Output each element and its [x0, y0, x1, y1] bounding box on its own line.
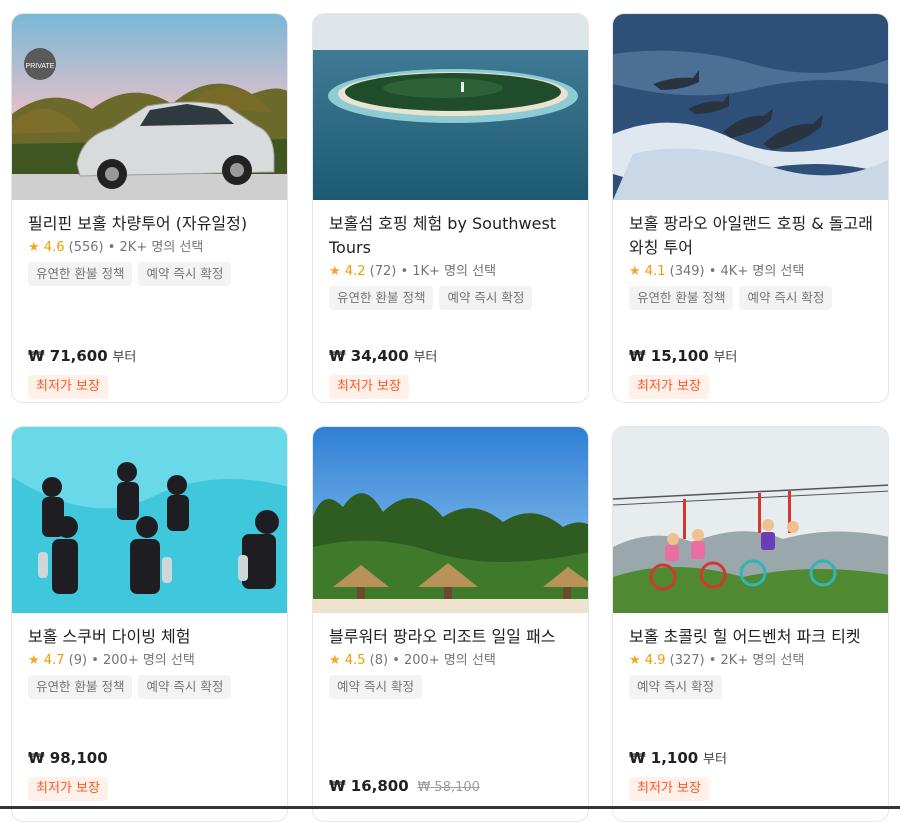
price-amount: ₩ 98,100 — [28, 749, 108, 767]
card-title[interactable]: 보홀 초콜릿 힐 어드벤처 파크 티켓 — [629, 625, 876, 649]
rating-score: 4.9 — [644, 653, 666, 668]
instant-confirm-tag: 예약 즉시 확정 — [329, 675, 422, 699]
rating-row: ★ 4.9 (327) • 2K+ 명의 선택 — [629, 651, 876, 671]
refund-policy-tag: 유연한 환불 정책 — [629, 286, 734, 310]
star-icon: ★ — [329, 653, 341, 668]
card-image — [313, 427, 588, 613]
review-count: (9) — [68, 653, 88, 668]
price-amount: ₩ 16,800 — [329, 777, 409, 795]
product-card-island-hopping[interactable]: 보홀섬 호핑 체험 by Southwest Tours ★ 4.2 (72) … — [312, 13, 589, 403]
instant-confirm-tag: 예약 즉시 확정 — [138, 675, 232, 699]
lowest-price-badge: 최저가 보장 — [28, 375, 108, 399]
review-count: (72) — [369, 264, 397, 279]
booked-count: • 1K+ 명의 선택 — [400, 264, 497, 279]
product-card-chocolate-hills[interactable]: 보홀 초콜릿 힐 어드벤처 파크 티켓 ★ 4.9 (327) • 2K+ 명의… — [612, 426, 889, 822]
star-icon: ★ — [28, 240, 40, 255]
price-suffix: 부터 — [413, 350, 438, 365]
price: ₩ 34,400 부터 — [329, 345, 437, 369]
private-badge-text: PRIVATE — [26, 63, 55, 70]
star-icon: ★ — [28, 653, 40, 668]
rating-row: ★ 4.7 (9) • 200+ 명의 선택 — [28, 651, 275, 671]
price: ₩ 98,100 — [28, 747, 108, 769]
review-count: (8) — [369, 653, 389, 668]
rating-score: 4.6 — [43, 240, 65, 255]
review-count: (556) — [68, 240, 104, 255]
lowest-price-badge: 최저가 보장 — [629, 375, 709, 399]
instant-confirm-tag: 예약 즉시 확정 — [138, 262, 232, 286]
price-amount: ₩ 34,400 — [329, 347, 409, 365]
review-count: (327) — [669, 653, 705, 668]
price: ₩ 71,600 부터 — [28, 345, 136, 369]
price: ₩ 15,100 부터 — [629, 345, 737, 369]
booked-count: • 4K+ 명의 선택 — [708, 264, 805, 279]
product-card-scuba-diving[interactable]: 보홀 스쿠버 다이빙 체험 ★ 4.7 (9) • 200+ 명의 선택 유연한… — [11, 426, 288, 822]
star-icon: ★ — [629, 264, 641, 279]
card-title[interactable]: 블루워터 팡라오 리조트 일일 패스 — [329, 625, 576, 649]
price-amount: ₩ 15,100 — [629, 347, 709, 365]
rating-row: ★ 4.5 (8) • 200+ 명의 선택 — [329, 651, 576, 671]
rating-score: 4.7 — [43, 653, 65, 668]
price-suffix: 부터 — [703, 752, 727, 767]
star-icon: ★ — [329, 264, 341, 279]
card-title[interactable]: 보홀섬 호핑 체험 by Southwest Tours — [329, 212, 576, 260]
rating-row: ★ 4.1 (349) • 4K+ 명의 선택 — [629, 262, 876, 282]
booked-count: • 200+ 명의 선택 — [392, 653, 496, 668]
review-count: (349) — [669, 264, 705, 279]
card-image: PRIVATE — [12, 14, 287, 200]
instant-confirm-tag: 예약 즉시 확정 — [739, 286, 833, 310]
refund-policy-tag: 유연한 환불 정책 — [329, 286, 434, 310]
price: ₩ 16,800 ₩ 58,100 — [329, 775, 480, 799]
booked-count: • 2K+ 명의 선택 — [708, 653, 805, 668]
card-image — [613, 14, 888, 200]
product-card-resort-day-pass[interactable]: 블루워터 팡라오 리조트 일일 패스 ★ 4.5 (8) • 200+ 명의 선… — [312, 426, 589, 822]
star-icon: ★ — [629, 653, 641, 668]
rating-row: ★ 4.6 (556) • 2K+ 명의 선택 — [28, 238, 275, 258]
price-suffix: 부터 — [713, 350, 738, 365]
rating-score: 4.2 — [344, 264, 366, 279]
booked-count: • 2K+ 명의 선택 — [107, 240, 204, 255]
price: ₩ 1,100 부터 — [629, 747, 727, 771]
lowest-price-badge: 최저가 보장 — [329, 375, 409, 399]
card-title[interactable]: 보홀 스쿠버 다이빙 체험 — [28, 625, 275, 649]
rating-score: 4.5 — [344, 653, 366, 668]
lowest-price-badge: 최저가 보장 — [629, 777, 709, 801]
rating-score: 4.1 — [644, 264, 666, 279]
refund-policy-tag: 유연한 환불 정책 — [28, 262, 133, 286]
card-title[interactable]: 필리핀 보홀 차량투어 (자유일정) — [28, 212, 275, 236]
card-image — [12, 427, 287, 613]
card-title[interactable]: 보홀 팡라오 아일랜드 호핑 & 돌고래 와칭 투어 — [629, 212, 876, 260]
card-image — [313, 14, 588, 200]
refund-policy-tag: 유연한 환불 정책 — [28, 675, 133, 699]
price-amount: ₩ 1,100 — [629, 749, 699, 767]
lowest-price-badge: 최저가 보장 — [28, 777, 108, 801]
booked-count: • 200+ 명의 선택 — [91, 653, 195, 668]
rating-row: ★ 4.2 (72) • 1K+ 명의 선택 — [329, 262, 576, 282]
product-card-car-tour[interactable]: PRIVATE 필리핀 보홀 차량투어 (자유일정) ★ 4.6 (556) •… — [11, 13, 288, 403]
original-price: ₩ 58,100 — [417, 780, 480, 795]
price-amount: ₩ 71,600 — [28, 347, 108, 365]
price-suffix: 부터 — [112, 350, 137, 365]
instant-confirm-tag: 예약 즉시 확정 — [629, 675, 722, 699]
card-image — [613, 427, 888, 613]
product-card-dolphin-watching[interactable]: 보홀 팡라오 아일랜드 호핑 & 돌고래 와칭 투어 ★ 4.1 (349) •… — [612, 13, 889, 403]
instant-confirm-tag: 예약 즉시 확정 — [439, 286, 533, 310]
